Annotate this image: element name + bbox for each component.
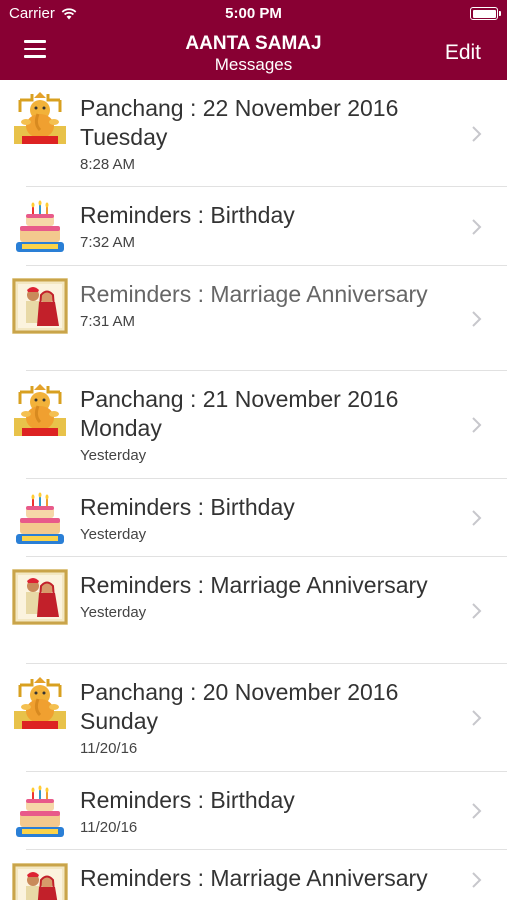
message-title: Panchang : 21 November 2016 Monday: [80, 386, 399, 441]
message-title: Reminders : Marriage Anniversary: [80, 572, 428, 598]
wedding-couple-icon: [12, 278, 68, 334]
ganesha-icon: [12, 677, 68, 733]
message-text: Reminders : Marriage Anniversary: [80, 864, 447, 897]
message-time: Yesterday: [80, 447, 147, 464]
message-title: Reminders : Birthday: [80, 494, 295, 520]
chevron-right-icon: [472, 125, 482, 142]
edit-button[interactable]: Edit: [445, 41, 481, 65]
message-row[interactable]: Reminders : Birthday Yesterday: [12, 479, 507, 557]
message-text: Panchang : 21 November 2016 Monday Yester…: [80, 385, 447, 464]
message-title: Reminders : Marriage Anniversary: [80, 865, 428, 891]
message-row[interactable]: Panchang : 20 November 2016 Sunday 11/20/…: [12, 664, 507, 772]
message-row[interactable]: Panchang : 22 November 2016 Tuesday 8:28 …: [12, 80, 507, 187]
page-subtitle: Messages: [214, 55, 293, 74]
message-text: Panchang : 22 November 2016 Tuesday 8:28 …: [80, 94, 447, 173]
message-text: Reminders : Birthday 7:32 AM: [80, 201, 447, 251]
ganesha-icon: [12, 92, 68, 148]
birthday-cake-icon: [12, 785, 68, 841]
chevron-right-icon: [472, 417, 482, 433]
chevron-right-icon: [472, 872, 482, 888]
messages-screen: Carrier 5:00 PM AANTA SAMAJ Messages Edi…: [0, 0, 507, 900]
top-bar: Carrier 5:00 PM AANTA SAMAJ Messages Edi…: [0, 0, 507, 80]
message-text: Reminders : Birthday 11/20/16: [80, 786, 447, 836]
message-time: 11/20/16: [80, 819, 138, 836]
chevron-right-icon: [472, 803, 482, 819]
birthday-cake-icon: [12, 492, 68, 548]
battery-icon: [470, 7, 501, 20]
message-text: Reminders : Marriage Anniversary Yesterda…: [80, 571, 447, 621]
birthday-cake-icon: [12, 200, 68, 256]
message-list: Panchang : 22 November 2016 Tuesday 8:28 …: [0, 80, 507, 900]
wedding-couple-icon: [12, 569, 68, 625]
status-time: 5:00 PM: [225, 5, 282, 22]
message-row[interactable]: Reminders : Marriage Anniversary Yesterda…: [12, 557, 507, 664]
message-row[interactable]: Reminders : Marriage Anniversary 7:31 AM: [12, 266, 507, 371]
chevron-right-icon: [472, 310, 482, 327]
message-time: 11/20/16: [80, 740, 138, 757]
message-text: Reminders : Marriage Anniversary 7:31 AM: [80, 280, 447, 330]
message-time: Yesterday: [80, 526, 147, 543]
wedding-couple-icon: [12, 863, 68, 900]
battery-fill: [472, 9, 496, 18]
message-row[interactable]: Reminders : Birthday 7:32 AM: [12, 187, 507, 266]
message-title: Panchang : 22 November 2016 Tuesday: [80, 95, 399, 150]
message-row[interactable]: Panchang : 21 November 2016 Monday Yester…: [12, 371, 507, 479]
ganesha-icon: [12, 384, 68, 440]
nav-title: AANTA SAMAJ Messages: [0, 34, 507, 73]
message-title: Reminders : Marriage Anniversary: [80, 281, 428, 307]
message-title: Reminders : Birthday: [80, 787, 295, 813]
message-time: 8:28 AM: [80, 156, 136, 173]
message-time: 7:31 AM: [80, 313, 136, 330]
chevron-right-icon: [472, 510, 482, 526]
message-text: Panchang : 20 November 2016 Sunday 11/20/…: [80, 678, 447, 757]
message-title: Panchang : 20 November 2016 Sunday: [80, 679, 399, 734]
message-time: 7:32 AM: [80, 234, 136, 251]
message-row[interactable]: Reminders : Marriage Anniversary: [12, 850, 507, 900]
chevron-right-icon: [472, 710, 482, 726]
message-row[interactable]: Reminders : Birthday 11/20/16: [12, 772, 507, 850]
chevron-right-icon: [472, 602, 482, 619]
message-text: Reminders : Birthday Yesterday: [80, 493, 447, 543]
chevron-right-icon: [472, 218, 482, 235]
message-title: Reminders : Birthday: [80, 202, 295, 228]
app-title: AANTA SAMAJ: [185, 33, 322, 54]
message-time: Yesterday: [80, 604, 147, 621]
